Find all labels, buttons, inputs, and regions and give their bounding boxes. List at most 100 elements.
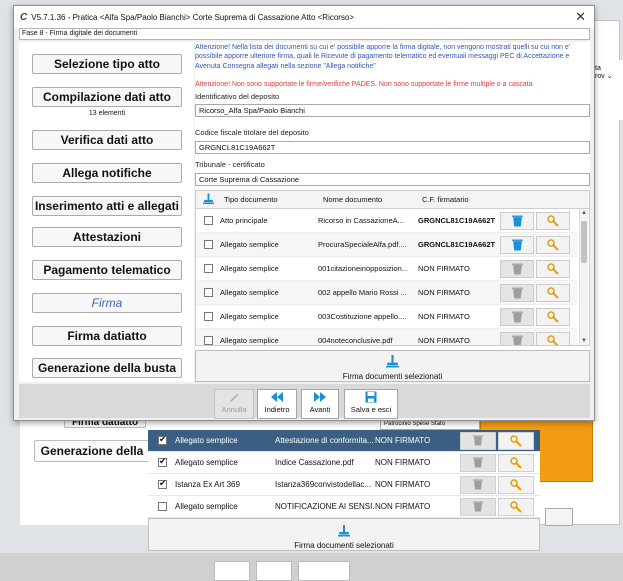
background-nav-generazione[interactable]: Generazione della [34,440,150,462]
signature-dialog: C V5.7.1.36 - Pratica <Alfa Spa/Paolo Bi… [13,5,595,421]
verify-button[interactable] [536,331,570,345]
background-toolbar-button[interactable] [298,561,350,581]
scroll-down-icon[interactable]: ▼ [581,338,587,344]
background-table-row[interactable]: Allegato semplice Indice Cassazione.pdf … [148,452,540,474]
trash-icon [511,311,523,322]
background-key-button[interactable] [545,508,573,526]
scroll-up-icon[interactable]: ▲ [581,210,587,216]
row-checkbox[interactable] [204,336,213,345]
background-left-panel [20,420,150,525]
back-button[interactable]: Indietro [257,389,297,419]
header-type[interactable]: Tipo documento [224,195,278,204]
scroll-thumb[interactable] [581,221,587,263]
trash-icon [511,239,523,250]
nav-selezione-tipo-atto[interactable]: Selezione tipo atto [32,54,182,74]
sign-selected-button[interactable]: Firma documenti selezionati [195,350,590,382]
background-field-strip[interactable]: Patrocinio Spese Stato [380,420,480,430]
close-button[interactable]: ✕ [575,9,586,25]
header-signer[interactable]: C.F. firmatario [422,195,469,204]
verify-button[interactable] [536,259,570,278]
key-button[interactable] [498,453,534,472]
row-type: Allegato semplice [175,458,238,467]
delete-signature-button[interactable] [500,307,534,326]
table-row[interactable]: Allegato semplice 003Costituzione appell… [196,305,577,329]
trash-icon [511,287,523,298]
row-checkbox[interactable] [158,478,167,489]
delete-signature-button[interactable] [500,235,534,254]
delete-signature-button[interactable] [500,211,534,230]
background-table-row[interactable]: Allegato semplice Attestazione di confor… [148,430,540,452]
background-sign-selected-button[interactable]: Firma documenti selezionati [148,518,540,551]
key-button[interactable] [498,431,534,450]
row-checkbox[interactable] [204,312,213,321]
nav-compilazione-dati-atto[interactable]: Compilazione dati atto [32,87,182,107]
delete-signature-button[interactable] [500,283,534,302]
row-signer: NON FIRMATO [418,264,470,273]
delete-button[interactable] [460,475,496,494]
nav-attestazioni[interactable]: Attestazioni [32,227,182,247]
tax-code-label: Codice fiscale titolare del deposito [195,128,309,137]
table-row[interactable]: Allegato semplice 004noteconclusive.pdf … [196,329,577,345]
background-table-row[interactable]: Istanza Ex Art 369 Istanza369convistodel… [148,474,540,496]
row-type: Allegato semplice [175,502,238,511]
nav-inserimento-atti[interactable]: Inserimento atti e allegati [32,196,182,216]
trash-icon [511,335,523,345]
delete-signature-button[interactable] [500,259,534,278]
table-row[interactable]: Allegato semplice ProcuraSpecialeAlfa.pd… [196,233,577,257]
background-table-row[interactable]: Allegato semplice NOTIFICAZIONE AI SENSI… [148,496,540,518]
background-toolbar-button[interactable] [214,561,250,581]
nav-allega-notifiche[interactable]: Allega notifiche [32,163,182,183]
row-checkbox[interactable] [204,288,213,297]
title-bar: C V5.7.1.36 - Pratica <Alfa Spa/Paolo Bi… [14,6,594,28]
row-checkbox[interactable] [204,264,213,273]
nav-verifica-dati-atto[interactable]: Verifica dati atto [32,130,182,150]
background-side-strip: ta rov ⌄ [593,60,623,120]
magnifier-key-icon [510,434,522,447]
row-name: Istanza369convistodellac... [275,480,372,489]
header-name[interactable]: Nome documento [323,195,382,204]
delete-signature-button[interactable] [500,331,534,345]
forward-button[interactable]: Avanti [301,389,339,419]
background-nav-firma-datiatto[interactable]: Firma datiatto [64,420,146,428]
key-button[interactable] [498,497,534,516]
nav-firma[interactable]: Firma [32,293,182,313]
tax-code-field[interactable]: GRGNCL81C19A662T [195,141,590,154]
row-signer: GRGNCL81C19A662T [418,240,496,249]
cancel-button[interactable]: Annulla [214,389,254,419]
nav-firma-datiatto[interactable]: Firma datiatto [32,326,182,346]
court-label: Tribunale - certificato [195,160,265,169]
phase-indicator: Fase 8 - Firma digitale dei documenti [19,28,590,40]
row-checkbox[interactable] [204,240,213,249]
verify-button[interactable] [536,211,570,230]
verify-button[interactable] [536,307,570,326]
verify-button[interactable] [536,283,570,302]
row-name: Attestazione di conformita... [275,436,374,445]
deposit-id-field[interactable]: Ricorso_Alfa Spa/Paolo Bianchi [195,104,590,117]
window-title: V5.7.1.36 - Pratica <Alfa Spa/Paolo Bian… [31,12,355,22]
nav-pagamento-telematico[interactable]: Pagamento telematico [32,260,182,280]
row-checkbox[interactable] [158,502,167,511]
key-button[interactable] [498,475,534,494]
delete-button[interactable] [460,453,496,472]
magnifier-key-icon [547,310,559,323]
table-row[interactable]: Allegato semplice 002 appello Mario Ross… [196,281,577,305]
row-checkbox[interactable] [204,216,213,225]
wizard-nav-panel: Selezione tipo atto Compilazione dati at… [19,42,194,382]
delete-button[interactable] [460,497,496,516]
sign-header-icon [203,193,214,207]
row-checkbox[interactable] [158,456,167,467]
background-toolbar-button[interactable] [256,561,292,581]
verify-button[interactable] [536,235,570,254]
nav-generazione-busta[interactable]: Generazione della busta [32,358,182,378]
row-name: 004noteconclusive.pdf [318,336,393,345]
fast-forward-icon [314,392,326,402]
court-field[interactable]: Corte Suprema di Cassazione [195,173,590,186]
background-document-table: Allegato semplice Attestazione di confor… [148,430,540,518]
attention-notice: Attenzione! Nella lista dei documenti su… [195,44,571,70]
save-exit-button[interactable]: Salva e esci [344,389,398,419]
table-row[interactable]: Allegato semplice 001citazioneinopposizi… [196,257,577,281]
row-checkbox[interactable] [158,434,167,445]
table-scrollbar[interactable]: ▲ ▼ [579,209,588,345]
table-row[interactable]: Atto principale Ricorso in CassazioneA..… [196,209,577,233]
delete-button[interactable] [460,431,496,450]
